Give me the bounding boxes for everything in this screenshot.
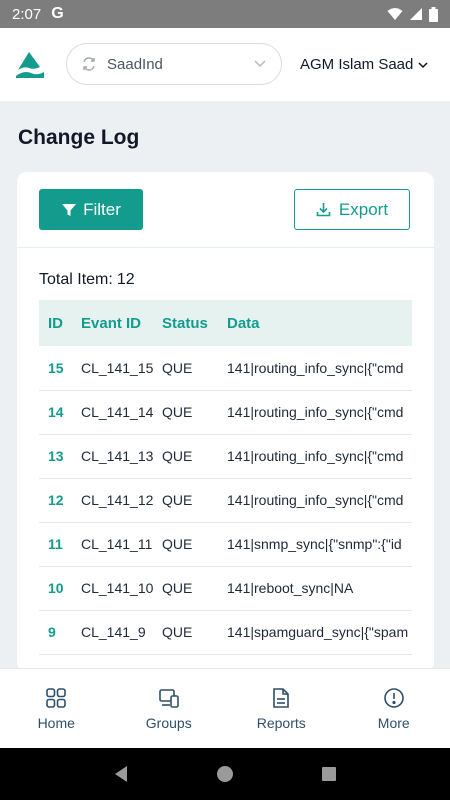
cell-data: 141|routing_info_sync|{"cmd: [218, 434, 412, 479]
total-items: Total Item: 12: [39, 271, 135, 289]
table-header-row: ID Evant ID Status Data: [39, 300, 412, 346]
export-button-label: Export: [338, 199, 389, 219]
table-row[interactable]: 12 CL_141_12 QUE 141|routing_info_sync|{…: [39, 478, 412, 523]
table-row[interactable]: 14 CL_141_14 QUE 141|routing_info_sync|{…: [39, 390, 412, 435]
nav-groups-label: Groups: [145, 714, 192, 731]
filter-button-label: Filter: [83, 199, 121, 219]
nav-reports-label: Reports: [256, 714, 306, 731]
table-row[interactable]: 11 CL_141_11 QUE 141|snmp_sync|{"snmp":{…: [39, 522, 412, 567]
cell-id: 12: [39, 478, 72, 523]
nav-home[interactable]: Home: [0, 669, 113, 748]
cell-data: 141|reboot_sync|NA: [218, 566, 412, 611]
cell-data: 141|spamguard_sync|{"spam: [218, 610, 412, 655]
home-circle-icon[interactable]: [216, 765, 234, 783]
total-items-label: Total Item:: [39, 271, 113, 288]
cell-event-id: CL_141_14: [72, 390, 153, 435]
app-header: SaadInd AGM Islam Saad: [0, 28, 450, 102]
cell-event-id: CL_141_13: [72, 434, 153, 479]
nav-reports[interactable]: Reports: [225, 669, 338, 748]
change-log-table: ID Evant ID Status Data 15 CL_141_15 QUE…: [39, 300, 412, 672]
recents-icon[interactable]: [321, 766, 337, 782]
cell-status: QUE: [153, 566, 218, 611]
cell-data: 141|snmp_sync|{"snmp":{"id: [218, 522, 412, 567]
nav-home-label: Home: [37, 714, 75, 731]
filter-button[interactable]: Filter: [39, 189, 143, 230]
column-header-data[interactable]: Data: [218, 300, 412, 346]
status-time: 2:07: [12, 5, 42, 23]
org-selector[interactable]: SaadInd: [66, 43, 282, 85]
cell-id: 10: [39, 566, 72, 611]
cell-id: 11: [39, 522, 72, 567]
table-row[interactable]: 10 CL_141_10 QUE 141|reboot_sync|NA: [39, 566, 412, 611]
bottom-nav: Home Groups Reports More: [0, 668, 450, 748]
cell-status: QUE: [153, 522, 218, 567]
nav-more[interactable]: More: [338, 669, 450, 748]
grid-icon: [46, 687, 67, 708]
cell-event-id: CL_141_12: [72, 478, 153, 523]
cell-event-id: CL_141_11: [72, 522, 153, 567]
filter-icon: [62, 203, 77, 216]
battery-icon: [429, 6, 438, 22]
system-nav-bar: [0, 748, 450, 800]
status-bar: 2:07 G: [0, 0, 450, 28]
column-header-event-id[interactable]: Evant ID: [72, 300, 153, 346]
nav-groups[interactable]: Groups: [113, 669, 226, 748]
table-row[interactable]: 9 CL_141_9 QUE 141|spamguard_sync|{"spam: [39, 610, 412, 655]
cell-status: QUE: [153, 610, 218, 655]
cell-id: 14: [39, 390, 72, 435]
change-log-table-container[interactable]: ID Evant ID Status Data 15 CL_141_15 QUE…: [39, 300, 412, 672]
signal-icon: [410, 8, 422, 20]
wifi-icon: [387, 8, 403, 20]
more-circle-icon: [383, 687, 404, 708]
devices-icon: [158, 688, 179, 708]
cell-id: 13: [39, 434, 72, 479]
column-header-status[interactable]: Status: [153, 300, 218, 346]
download-icon: [316, 203, 331, 217]
back-icon[interactable]: [113, 765, 129, 783]
cell-event-id: CL_141_9: [72, 610, 153, 655]
cell-data: 141|routing_info_sync|{"cmd: [218, 390, 412, 435]
app-logo-icon[interactable]: [14, 50, 46, 82]
cell-event-id: CL_141_10: [72, 566, 153, 611]
table-row[interactable]: 15 CL_141_15 QUE 141|routing_info_sync|{…: [39, 346, 412, 391]
user-name: AGM Islam Saad: [300, 56, 414, 73]
total-items-count: 12: [116, 271, 135, 288]
chevron-down-icon: [418, 61, 428, 68]
cell-data: 141|routing_info_sync|{"cmd: [218, 346, 412, 391]
cell-id: 15: [39, 346, 72, 391]
cell-id: 9: [39, 610, 72, 655]
cell-status: QUE: [153, 434, 218, 479]
toolbar: Filter Export: [17, 172, 434, 248]
page-title: Change Log: [18, 126, 140, 149]
chevron-down-icon: [254, 60, 266, 68]
column-header-id[interactable]: ID: [39, 300, 72, 346]
cell-status: QUE: [153, 390, 218, 435]
nav-more-label: More: [377, 714, 410, 731]
cell-event-id: CL_141_15: [72, 346, 153, 391]
org-selector-value: SaadInd: [107, 55, 163, 73]
table-row[interactable]: 13 CL_141_13 QUE 141|routing_info_sync|{…: [39, 434, 412, 479]
export-button[interactable]: Export: [294, 189, 410, 230]
google-icon: G: [51, 5, 64, 22]
cell-status: QUE: [153, 346, 218, 391]
cell-status: QUE: [153, 478, 218, 523]
document-icon: [273, 687, 290, 708]
sync-icon: [83, 57, 95, 71]
cell-data: 141|routing_info_sync|{"cmd: [218, 478, 412, 523]
status-icons: [387, 6, 438, 22]
user-menu[interactable]: AGM Islam Saad: [300, 56, 429, 73]
